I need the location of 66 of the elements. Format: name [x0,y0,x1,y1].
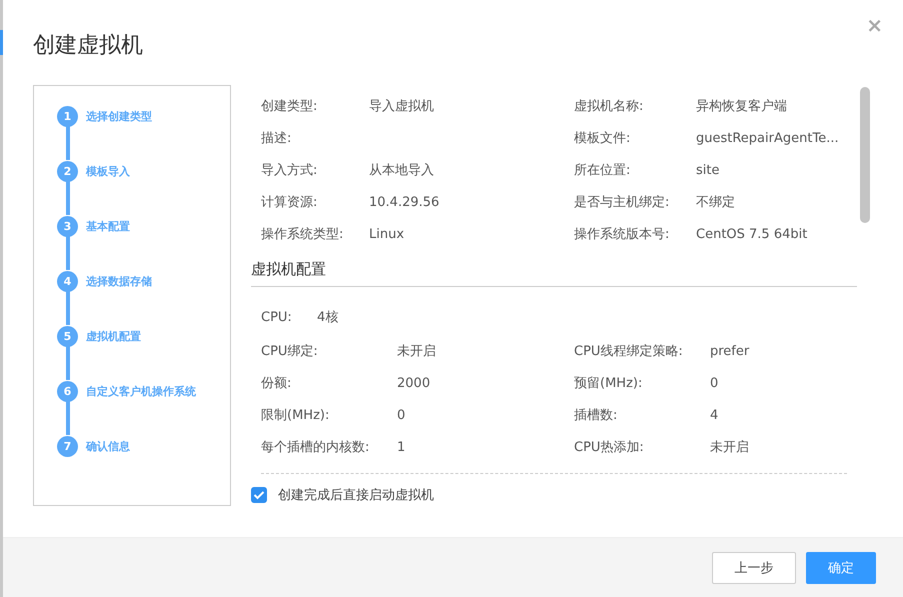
step-number: 4 [57,271,78,292]
step-label[interactable]: 确认信息 [86,436,130,457]
step-number: 1 [57,106,78,127]
step-number: 5 [57,326,78,347]
field-label: 操作系统版本号: [574,226,670,243]
field-label: 份额: [261,375,292,392]
field-value: 4核 [317,309,338,326]
field-value: 不绑定 [696,194,735,211]
field-label: 虚拟机名称: [574,98,644,115]
field-label: CPU绑定: [261,343,319,360]
field-label: 描述: [261,130,292,147]
field-value: 未开启 [397,343,436,360]
field-label: 导入方式: [261,162,318,179]
field-label: CPU: [261,310,293,324]
field-label: 所在位置: [574,162,632,179]
step-number: 6 [57,381,78,402]
checkbox[interactable] [251,487,267,503]
field-label: 每个插槽的内核数: [261,439,370,456]
field-label: 操作系统类型: [261,226,344,243]
field-value: CentOS 7.5 64bit [696,226,808,242]
field-value: 从本地导入 [369,162,434,179]
step-connector [66,401,70,435]
field-value: 导入虚拟机 [369,98,434,115]
step-number: 2 [57,161,78,182]
step-connector [66,126,70,160]
field-value: 异构恢复客户端 [696,98,787,115]
field-label: 插槽数: [574,407,618,424]
field-label: 创建类型: [261,98,318,115]
step-label[interactable]: 选择创建类型 [86,106,152,127]
field-value: site [696,162,720,178]
confirm-button[interactable]: 确定 [806,552,876,584]
field-label: 模板文件: [574,130,632,147]
section-title: 虚拟机配置 [251,255,857,287]
field-value: 未开启 [710,439,749,456]
field-value: 10.4.29.56 [369,194,440,210]
field-value: 2000 [397,376,430,390]
field-value: guestRepairAgentTe... [696,130,839,146]
previous-button[interactable]: 上一步 [712,552,796,584]
step-label[interactable]: 选择数据存储 [86,271,152,292]
field-value: 0 [397,408,406,422]
field-value: 1 [397,440,406,454]
checkbox-label: 创建完成后直接启动虚拟机 [278,487,434,504]
step-label[interactable]: 模板导入 [86,161,130,182]
step-number: 3 [57,216,78,237]
field-label: 是否与主机绑定: [574,194,670,211]
step-connector [66,236,70,270]
step-label[interactable]: 虚拟机配置 [86,326,141,347]
step-label[interactable]: 自定义客户机操作系统 [86,381,196,402]
field-label: 预留(MHz): [574,375,644,392]
step-number: 7 [57,436,78,457]
field-label: 计算资源: [261,194,318,211]
field-value: 0 [710,376,718,390]
field-value: prefer [710,344,750,358]
step-connector [66,291,70,325]
dialog-title: 创建虚拟机 [33,32,143,60]
field-value: Linux [369,226,404,242]
step-label[interactable]: 基本配置 [86,216,130,237]
field-value: 4 [710,408,718,422]
field-label: CPU热添加: [574,439,645,456]
step-connector [66,346,70,380]
field-label: 限制(MHz): [261,407,330,424]
scrollbar-thumb[interactable] [860,87,870,223]
close-button[interactable]: × [862,14,887,36]
step-connector [66,181,70,215]
page-edge-marker [0,30,3,55]
field-label: CPU线程绑定策略: [574,343,684,360]
